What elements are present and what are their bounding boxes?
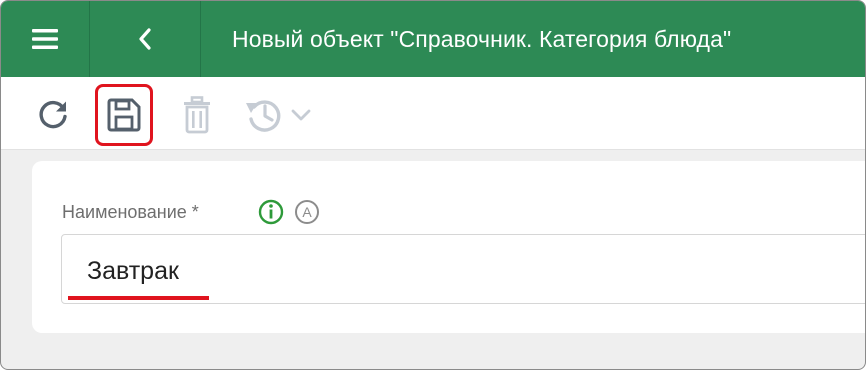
info-icon[interactable] — [258, 199, 284, 230]
name-input[interactable]: Завтрак — [61, 234, 865, 304]
hamburger-menu-icon — [32, 29, 58, 49]
back-button[interactable] — [90, 1, 201, 77]
auto-fill-icon[interactable]: A — [294, 199, 320, 230]
form-card: Наименование * A Завтрак — [32, 161, 865, 333]
app-window: Новый объект "Справочник. Категория блюд… — [0, 0, 866, 370]
refresh-button[interactable] — [31, 93, 75, 137]
header-bar: Новый объект "Справочник. Категория блюд… — [1, 1, 865, 77]
save-button[interactable] — [95, 84, 153, 146]
name-input-value: Завтрак — [87, 257, 179, 285]
delete-button[interactable] — [173, 91, 221, 139]
trash-icon — [184, 96, 210, 134]
chevron-left-icon — [139, 28, 151, 50]
input-highlight-underline — [68, 296, 209, 300]
refresh-icon — [39, 100, 67, 129]
toolbar — [1, 77, 865, 150]
page-title: Новый объект "Справочник. Категория блюд… — [232, 26, 732, 52]
svg-text:A: A — [302, 204, 312, 220]
name-field-label: Наименование * — [62, 202, 199, 222]
save-icon — [107, 98, 141, 132]
menu-button[interactable] — [1, 1, 90, 77]
history-button[interactable] — [243, 91, 321, 139]
history-icon — [246, 100, 311, 132]
